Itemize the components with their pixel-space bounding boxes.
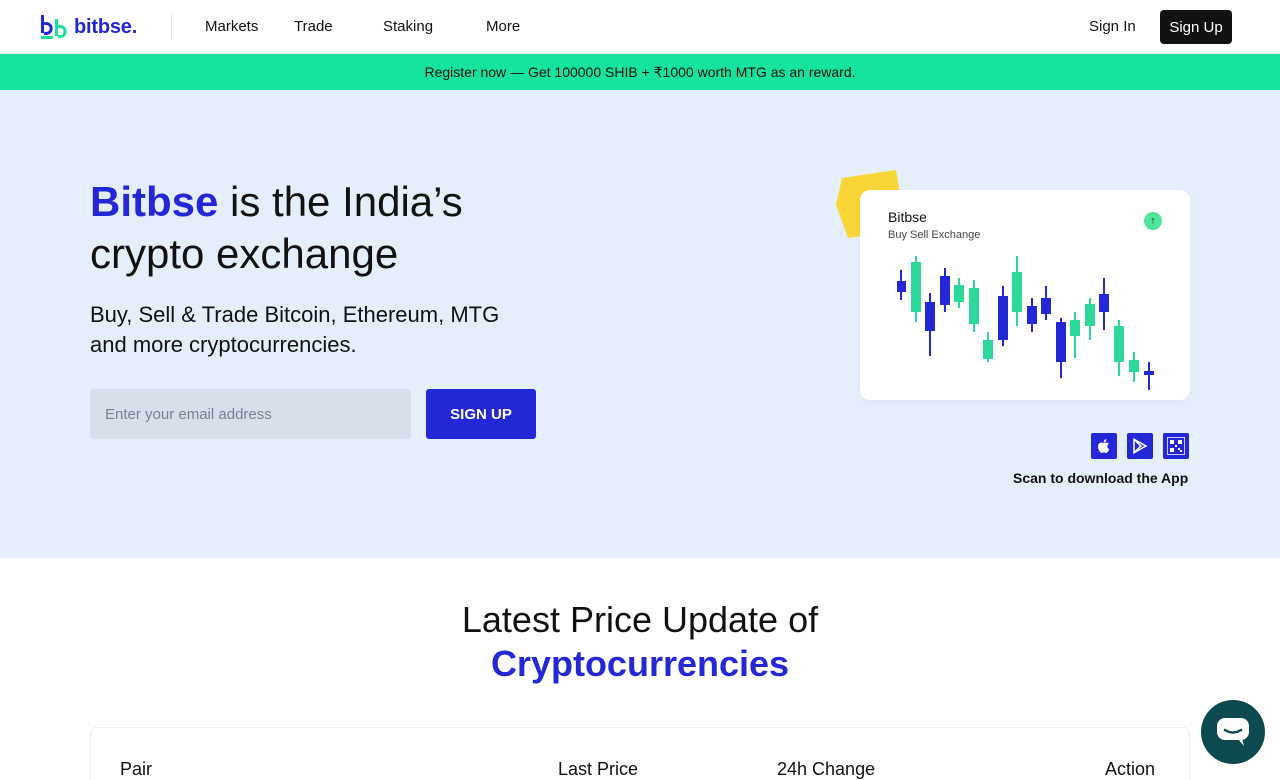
hero-title-brand: Bitbse — [90, 178, 219, 225]
hero-subtitle: Buy, Sell & Trade Bitcoin, Ethereum, MTG… — [90, 302, 500, 357]
column-header-24h-change[interactable]: 24h Change — [777, 759, 875, 780]
hero-title-line2: crypto exchange — [90, 230, 399, 277]
logo-mark-icon — [41, 15, 67, 39]
qr-code-icon[interactable] — [1163, 433, 1189, 459]
prices-title: Latest Price Update of — [461, 599, 819, 640]
logo[interactable]: bitbse. — [40, 14, 137, 40]
top-header: bitbse. Markets Trade Staking More Sign … — [0, 0, 1280, 54]
prices-title-highlight: Cryptocurrencies — [490, 643, 790, 684]
column-header-pair[interactable]: Pair — [120, 759, 152, 780]
nav-staking[interactable]: Staking — [383, 18, 433, 35]
play-store-icon[interactable] — [1127, 433, 1153, 459]
candlestick-chart — [897, 256, 1154, 390]
promo-text: Register now — Get 100000 SHIB + ₹1000 w… — [424, 63, 856, 80]
apple-icon[interactable] — [1091, 433, 1117, 459]
sign-up-button[interactable]: Sign Up — [1160, 10, 1232, 44]
column-header-last-price[interactable]: Last Price — [558, 759, 638, 780]
chat-button[interactable] — [1201, 700, 1265, 764]
nav-trade[interactable]: Trade — [294, 18, 333, 35]
sign-in-link[interactable]: Sign In — [1089, 18, 1136, 35]
chat-icon — [1217, 718, 1249, 746]
nav-markets[interactable]: Markets — [205, 18, 258, 35]
price-table — [90, 727, 1190, 780]
nav-more[interactable]: More — [486, 18, 520, 35]
scan-download-text: Scan to download the App — [1013, 470, 1189, 486]
header-divider — [171, 14, 172, 40]
hero-title-rest: is the India’s — [218, 178, 463, 225]
email-input[interactable] — [90, 389, 411, 439]
promo-banner[interactable]: Register now — Get 100000 SHIB + ₹1000 w… — [0, 54, 1280, 90]
column-header-action: Action — [1105, 759, 1156, 779]
hero-signup-button[interactable]: SIGN UP — [426, 389, 536, 439]
hero-title: Bitbse is the India’s crypto exchange — [90, 176, 463, 280]
chart-card: Bitbse Buy Sell Exchange ↑ — [860, 190, 1190, 400]
hero-section: Bitbse is the India’s crypto exchange Bu… — [0, 90, 1280, 558]
logo-text: bitbse. — [74, 15, 138, 38]
